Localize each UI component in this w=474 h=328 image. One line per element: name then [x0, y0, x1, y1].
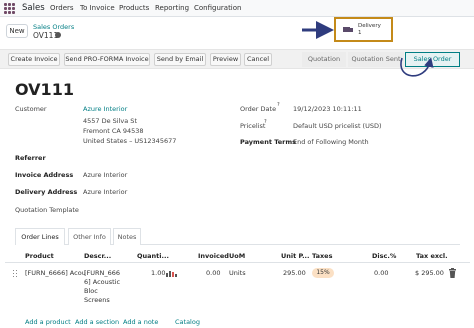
table-cell-description[interactable]: [FURN_666 [84, 269, 120, 278]
address-line: 4557 De Silva St [83, 117, 137, 125]
column-header-product[interactable]: Product [25, 252, 54, 260]
order-title: OV111 [15, 80, 74, 99]
add-section-link[interactable]: Add a section [75, 318, 119, 326]
menu-configuration[interactable]: Configuration [194, 4, 241, 12]
order-date-field[interactable]: 19/12/2023 10:11:11 [293, 105, 362, 113]
send-proforma-button[interactable]: Send PRO-FORMA Invoice [64, 53, 150, 66]
table-cell-description[interactable]: 6] Acoustic [84, 278, 120, 287]
column-header-quantity[interactable]: Quanti... [137, 252, 169, 260]
apps-menu-icon[interactable] [4, 3, 15, 14]
stage-quotation-sent[interactable]: Quotation Sent [348, 52, 404, 67]
column-header-invoiced[interactable]: Invoiced [198, 252, 229, 260]
tab-order-lines[interactable]: Order Lines [15, 228, 65, 245]
stage-quotation[interactable]: Quotation [302, 52, 346, 67]
menu-products[interactable]: Products [119, 4, 149, 12]
column-header-discount[interactable]: Disc.% [372, 252, 396, 260]
menu-to-invoice[interactable]: To Invoice [80, 4, 115, 12]
referrer-label: Referrer [15, 154, 46, 162]
tab-other-info[interactable]: Other Info [68, 228, 111, 245]
tax-tag[interactable]: 15% [312, 268, 334, 278]
top-navbar: Sales Orders To Invoice Products Reporti… [0, 0, 474, 17]
table-cell-subtotal: $ 295.00 [415, 269, 444, 277]
column-header-uom[interactable]: UoM [229, 252, 245, 260]
table-cell-description[interactable]: Bloc [84, 287, 98, 296]
app-name[interactable]: Sales [22, 3, 45, 13]
create-invoice-button[interactable]: Create Invoice [8, 53, 60, 66]
quotation-template-label: Quotation Template [15, 206, 79, 214]
address-line: Fremont CA 94538 [83, 127, 144, 135]
new-button[interactable]: New [6, 24, 28, 38]
table-cell-description[interactable]: Screens [84, 296, 110, 305]
menu-reporting[interactable]: Reporting [155, 4, 189, 12]
send-by-email-button[interactable]: Send by Email [154, 53, 206, 66]
order-date-label: Order Date [240, 105, 277, 113]
gear-icon[interactable] [55, 32, 61, 38]
cancel-button[interactable]: Cancel [244, 53, 272, 66]
pricelist-field[interactable]: Default USD pricelist (USD) [293, 122, 382, 130]
delivery-address-field[interactable]: Azure Interior [83, 188, 127, 196]
payment-terms-label: Payment Terms [240, 138, 297, 146]
drag-handle-icon[interactable] [13, 270, 17, 277]
truck-icon [343, 27, 353, 34]
help-icon: ? [264, 119, 267, 125]
delivery-label: Delivery [358, 23, 381, 29]
trash-icon[interactable] [448, 268, 457, 278]
customer-field[interactable]: Azure Interior [83, 105, 127, 113]
preview-button[interactable]: Preview [210, 53, 241, 66]
invoice-address-label: Invoice Address [15, 171, 74, 179]
column-header-tax-excl[interactable]: Tax excl. [416, 252, 448, 260]
action-bar: Create Invoice Send PRO-FORMA Invoice Se… [0, 49, 474, 69]
table-cell-quantity[interactable]: 1.00 [151, 269, 165, 278]
invoice-address-field[interactable]: Azure Interior [83, 171, 127, 179]
customer-label: Customer [15, 105, 47, 113]
stage-sales-order[interactable]: Sales Order [405, 52, 460, 67]
table-cell-invoiced: 0.00 [206, 269, 221, 277]
delivery-address-label: Delivery Address [15, 188, 78, 196]
breadcrumb[interactable]: Sales Orders [33, 23, 74, 31]
column-header-unit-price[interactable]: Unit P... [281, 252, 309, 260]
add-product-link[interactable]: Add a product [25, 318, 71, 326]
table-cell-product[interactable]: [FURN_6666] Acou [25, 269, 86, 278]
table-cell-discount[interactable]: 0.00 [374, 269, 388, 278]
forecast-chart-icon[interactable] [166, 270, 178, 277]
payment-terms-field[interactable]: End of Following Month [293, 138, 369, 146]
table-header-divider [5, 262, 470, 263]
column-header-taxes[interactable]: Taxes [312, 252, 332, 260]
delivery-count: 1 [358, 30, 362, 36]
pricelist-label: Pricelist [240, 122, 266, 130]
catalog-link[interactable]: Catalog [175, 318, 200, 326]
tab-notes[interactable]: Notes [113, 228, 141, 245]
menu-orders[interactable]: Orders [50, 4, 74, 12]
add-note-link[interactable]: Add a note [123, 318, 158, 326]
notebook-tabs: Order Lines Other Info Notes [15, 228, 460, 245]
help-icon: ? [277, 102, 280, 108]
address-line: United States – US12345677 [83, 137, 177, 145]
table-cell-uom[interactable]: Units [229, 269, 246, 278]
column-header-description[interactable]: Descr... [84, 252, 111, 260]
delivery-smart-button[interactable]: Delivery 1 [334, 17, 393, 42]
table-cell-unit-price[interactable]: 295.00 [283, 269, 306, 278]
